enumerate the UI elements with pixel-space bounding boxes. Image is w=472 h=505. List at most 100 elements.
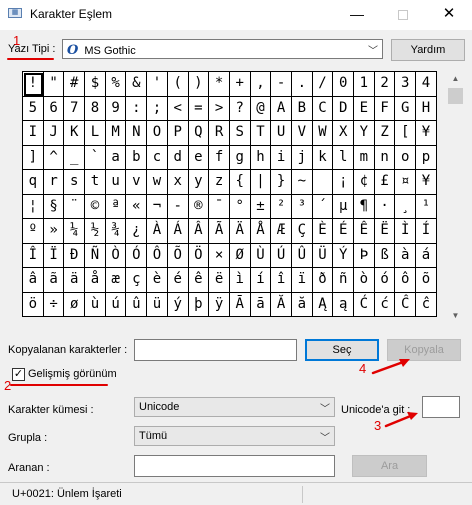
scroll-up-arrow-icon[interactable]: ▲	[447, 70, 464, 87]
char-cell[interactable]: t	[85, 170, 106, 195]
char-cell[interactable]: â	[23, 268, 44, 293]
char-cell[interactable]: ×	[209, 243, 230, 268]
char-cell[interactable]: D	[333, 96, 354, 121]
char-cell[interactable]: |	[250, 170, 272, 195]
char-cell[interactable]: c	[147, 145, 168, 170]
char-cell[interactable]: r	[43, 170, 65, 195]
char-cell[interactable]: î	[271, 268, 292, 293]
char-cell[interactable]: Û	[291, 243, 313, 268]
char-cell[interactable]: ç	[126, 268, 148, 293]
char-cell[interactable]: ¾	[105, 219, 127, 244]
char-cell[interactable]: ·	[374, 194, 396, 219]
char-cell[interactable]: G	[395, 96, 417, 121]
select-button[interactable]: Seç	[305, 339, 379, 361]
char-cell[interactable]: b	[126, 145, 148, 170]
char-cell[interactable]: Å	[250, 219, 272, 244]
char-cell[interactable]: ã	[43, 268, 65, 293]
char-cell[interactable]: ß	[374, 243, 396, 268]
char-cell[interactable]: l	[333, 145, 354, 170]
char-cell[interactable]: Ä	[229, 219, 251, 244]
char-cell[interactable]: >	[209, 96, 230, 121]
char-cell[interactable]: ,	[250, 72, 272, 97]
char-cell[interactable]: ¯	[209, 194, 230, 219]
char-cell[interactable]: :	[126, 96, 148, 121]
char-cell[interactable]: Ï	[43, 243, 65, 268]
char-cell[interactable]: ´	[312, 194, 334, 219]
char-cell[interactable]: g	[229, 145, 251, 170]
char-cell[interactable]: Þ	[354, 243, 375, 268]
advanced-view-checkbox[interactable]: ✓	[12, 368, 25, 381]
char-cell[interactable]: ê	[188, 268, 210, 293]
char-cell[interactable]: ±	[250, 194, 272, 219]
char-cell[interactable]: Ö	[188, 243, 210, 268]
char-cell[interactable]: P	[167, 121, 189, 146]
char-cell[interactable]: ò	[354, 268, 375, 293]
char-cell[interactable]: Ý	[333, 243, 354, 268]
char-cell[interactable]: `	[85, 145, 106, 170]
char-cell[interactable]: ¶	[354, 194, 375, 219]
char-cell[interactable]: Ą	[312, 292, 334, 317]
char-cell[interactable]: J	[43, 121, 65, 146]
char-cell[interactable]: ó	[374, 268, 396, 293]
char-cell[interactable]: )	[188, 72, 210, 97]
char-cell[interactable]: X	[333, 121, 354, 146]
goto-unicode-input[interactable]	[422, 396, 460, 418]
char-cell[interactable]: y	[188, 170, 210, 195]
char-cell[interactable]: ¬	[147, 194, 168, 219]
char-cell[interactable]: k	[312, 145, 334, 170]
char-cell[interactable]: Í	[416, 219, 437, 244]
char-cell[interactable]: ¡	[333, 170, 354, 195]
char-cell[interactable]: Ñ	[85, 243, 106, 268]
char-cell[interactable]: ć	[374, 292, 396, 317]
char-cell[interactable]: #	[64, 72, 86, 97]
char-cell[interactable]: ]	[23, 145, 44, 170]
char-cell[interactable]: ü	[147, 292, 168, 317]
char-cell[interactable]: Ú	[271, 243, 292, 268]
char-cell[interactable]: 4	[416, 72, 437, 97]
char-cell[interactable]: v	[126, 170, 148, 195]
char-cell[interactable]: Ü	[312, 243, 334, 268]
char-cell[interactable]: (	[167, 72, 189, 97]
char-cell[interactable]: }	[271, 170, 292, 195]
char-cell[interactable]: ô	[395, 268, 417, 293]
char-cell[interactable]: Ð	[64, 243, 86, 268]
char-cell[interactable]: -	[167, 194, 189, 219]
char-cell[interactable]: ~	[291, 170, 313, 195]
char-cell[interactable]: Ć	[354, 292, 375, 317]
char-cell[interactable]: i	[271, 145, 292, 170]
char-cell[interactable]: s	[64, 170, 86, 195]
char-cell[interactable]: Î	[23, 243, 44, 268]
char-cell[interactable]: À	[147, 219, 168, 244]
char-cell[interactable]: _	[64, 145, 86, 170]
font-select[interactable]: O MS Gothic ﹀	[62, 39, 383, 59]
char-cell[interactable]: ¥	[416, 170, 437, 195]
char-cell[interactable]: K	[64, 121, 86, 146]
char-cell[interactable]: T	[250, 121, 272, 146]
char-cell[interactable]: Q	[188, 121, 210, 146]
char-cell[interactable]: I	[23, 121, 44, 146]
char-cell[interactable]: º	[23, 219, 44, 244]
char-cell[interactable]: u	[105, 170, 127, 195]
char-cell[interactable]: Õ	[167, 243, 189, 268]
char-cell[interactable]: L	[85, 121, 106, 146]
char-cell[interactable]: ā	[250, 292, 272, 317]
char-cell[interactable]: Ø	[229, 243, 251, 268]
char-cell[interactable]: 9	[105, 96, 127, 121]
char-cell[interactable]: ¨	[64, 194, 86, 219]
char-cell[interactable]: {	[229, 170, 251, 195]
char-cell[interactable]: ÷	[43, 292, 65, 317]
advanced-view-label[interactable]: Gelişmiş görünüm	[28, 368, 117, 380]
char-cell[interactable]: ñ	[333, 268, 354, 293]
char-cell[interactable]: O	[147, 121, 168, 146]
char-cell[interactable]: 3	[395, 72, 417, 97]
char-cell[interactable]: ¥	[416, 121, 437, 146]
char-cell[interactable]: @	[250, 96, 272, 121]
char-cell[interactable]: q	[23, 170, 44, 195]
char-cell[interactable]: ă	[291, 292, 313, 317]
char-cell[interactable]: ª	[105, 194, 127, 219]
char-cell[interactable]: ¿	[126, 219, 148, 244]
char-cell[interactable]: Ă	[271, 292, 292, 317]
char-cell[interactable]: ö	[23, 292, 44, 317]
char-cell[interactable]: Ò	[105, 243, 127, 268]
char-cell[interactable]: Ê	[354, 219, 375, 244]
